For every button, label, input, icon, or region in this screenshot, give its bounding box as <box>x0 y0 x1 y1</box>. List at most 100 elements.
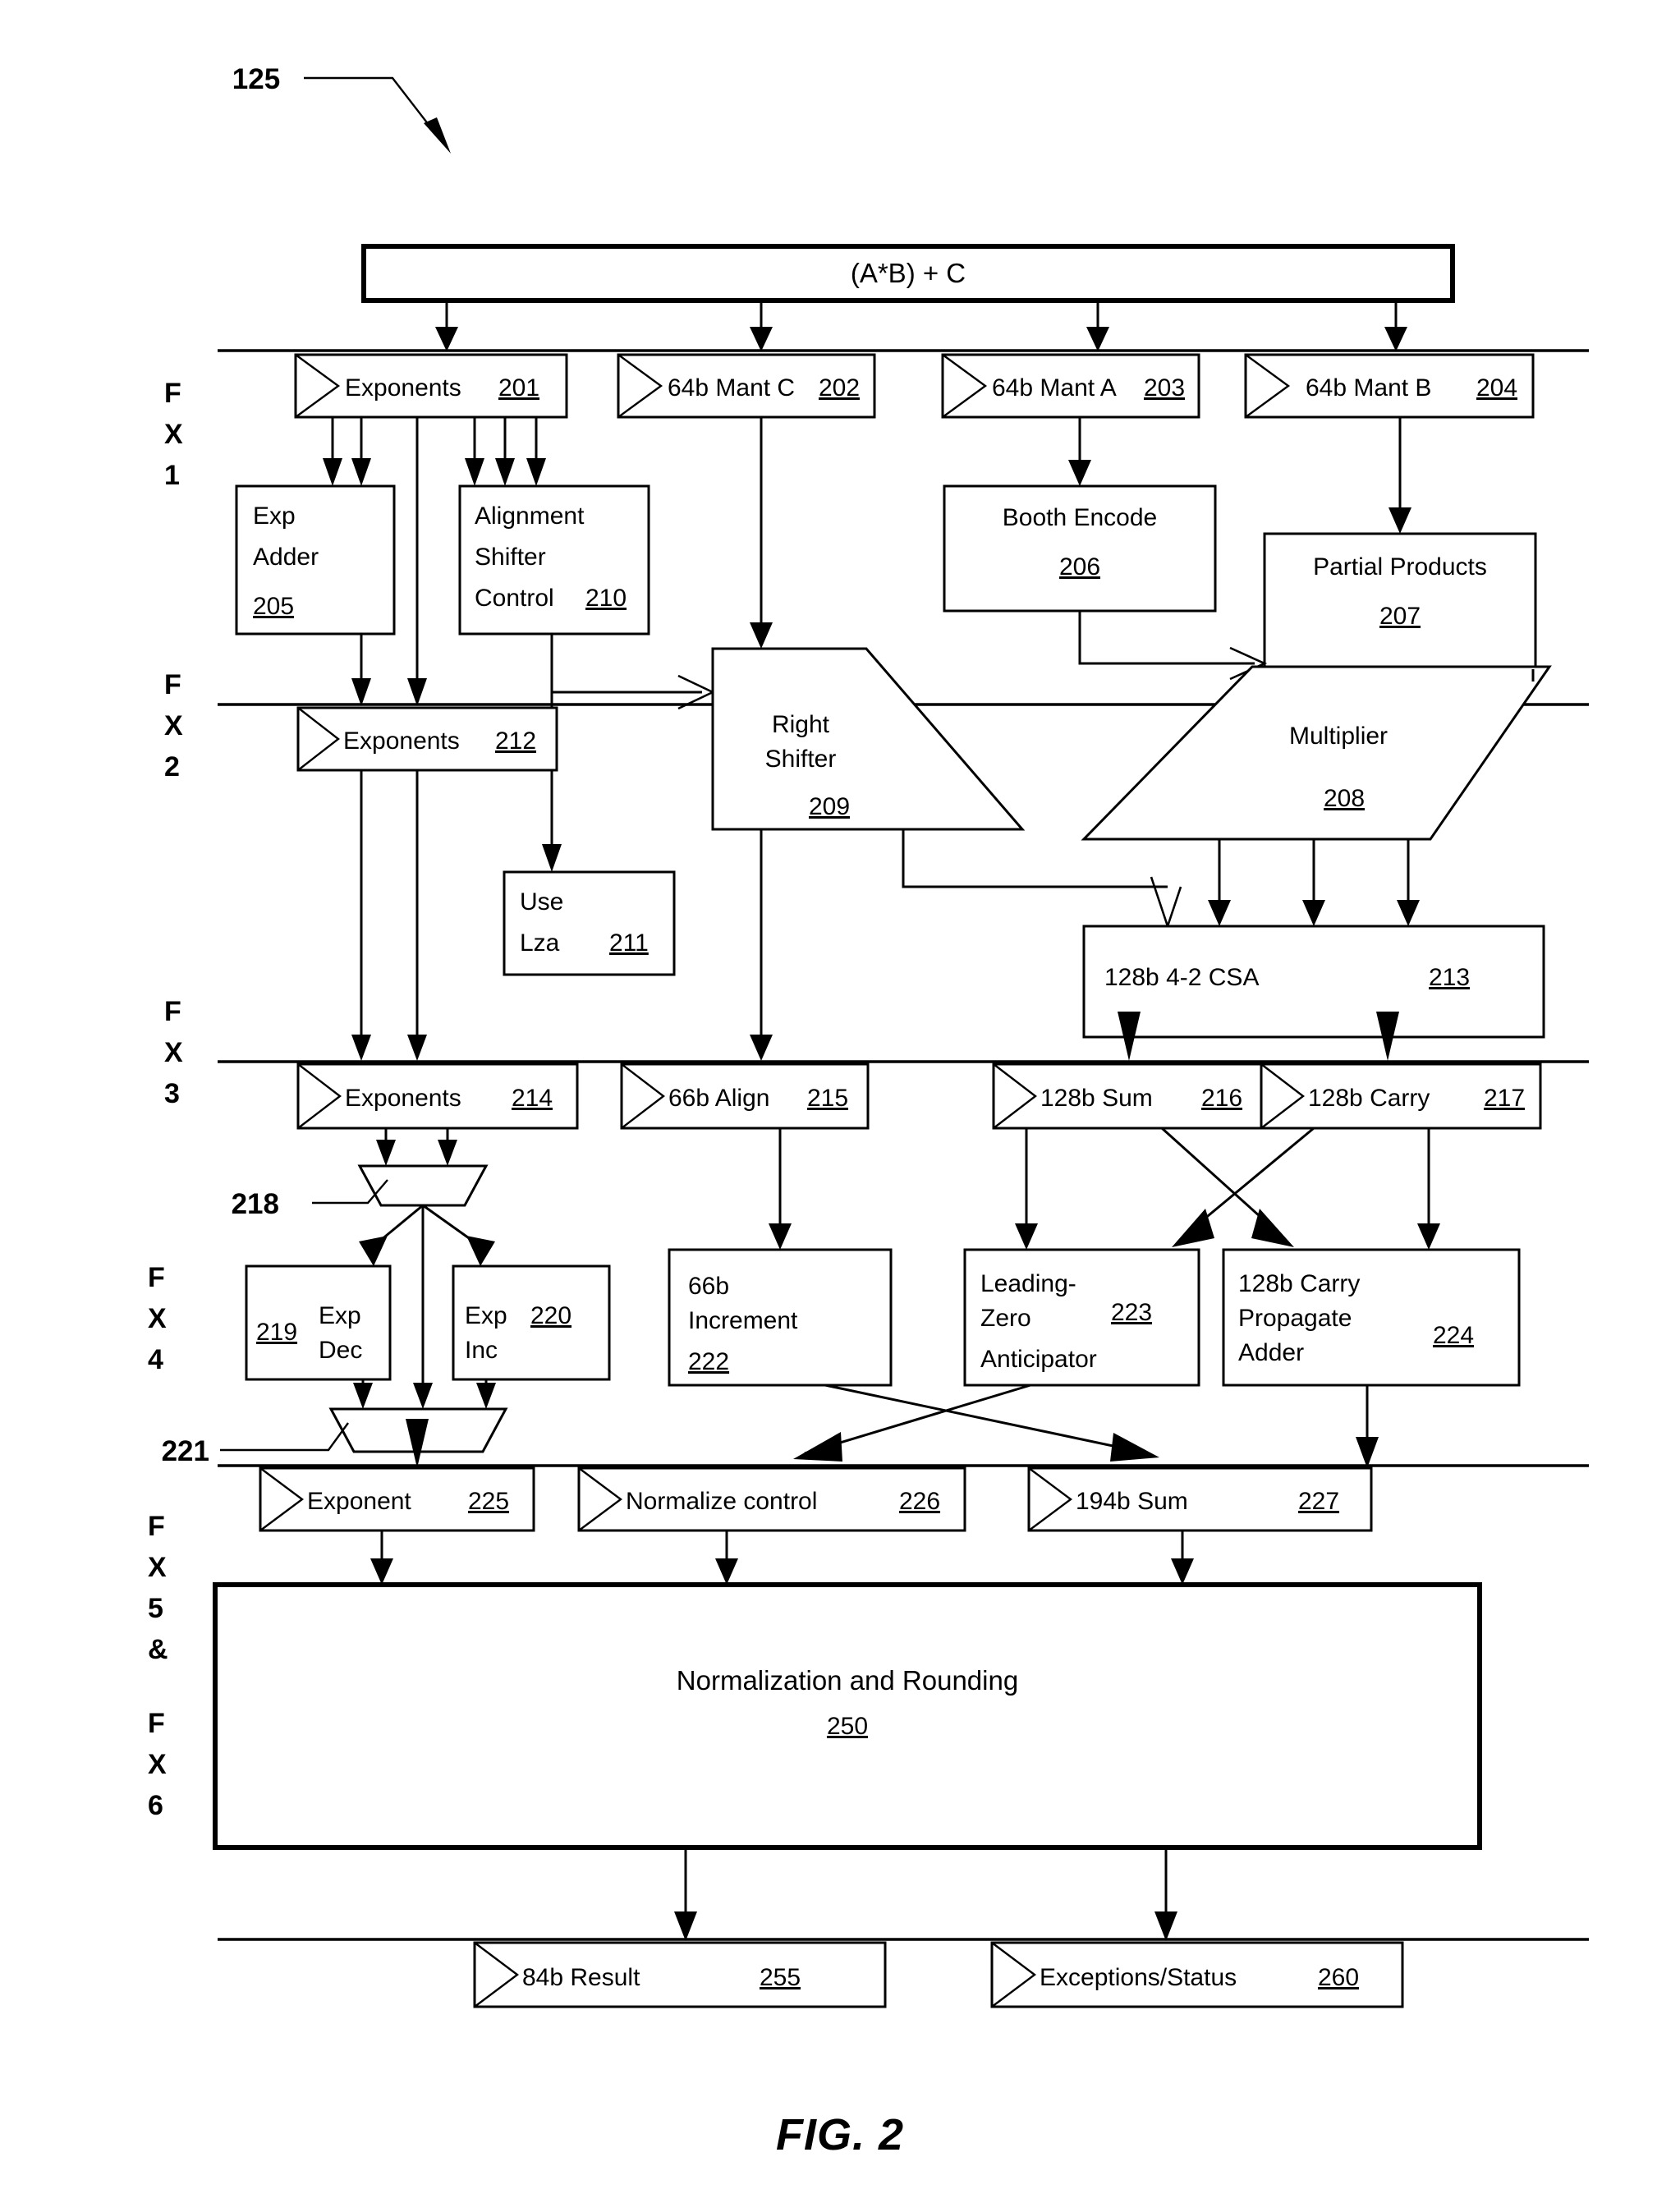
block-223-line-0: Leading- <box>980 1270 1076 1297</box>
block-66b-increment-222: 66b Increment 222 <box>668 1248 893 1387</box>
latch-exceptions-status-260[interactable]: Exceptions/Status 260 <box>990 1941 1404 2008</box>
latch-66b-align-215[interactable]: 66b Align 215 <box>620 1062 870 1130</box>
block-208-shape <box>1081 665 1552 841</box>
arrow-217-to-224 <box>1417 1128 1440 1250</box>
latch-84b-result-255[interactable]: 84b Result 255 <box>473 1941 887 2008</box>
stage-label-fx56-line-6: 6 <box>148 1790 163 1821</box>
latch-201-ref: 201 <box>498 374 539 402</box>
block-leading-zero-anticipator-223: Leading- Zero Anticipator 223 <box>963 1248 1200 1387</box>
block-206-line-0: Booth Encode <box>1003 504 1157 531</box>
arrows-250-to-outputs <box>674 1847 1177 1941</box>
latch-normalize-control-226[interactable]: Normalize control 226 <box>577 1466 966 1532</box>
latch-203-ref: 203 <box>1144 374 1185 402</box>
block-exp-dec-219: 219 Exp Dec <box>245 1264 392 1381</box>
mux-218-ref: 218 <box>232 1188 279 1220</box>
stage-label-fx3-line-2: 3 <box>164 1078 180 1109</box>
block-205-line-0: Exp <box>253 503 296 530</box>
block-exp-inc-220: Exp Inc 220 <box>452 1264 611 1381</box>
arrow-216-to-224-cross <box>1160 1127 1294 1247</box>
latch-215-label: 66b Align <box>668 1085 769 1112</box>
block-205-ref: 205 <box>253 593 294 620</box>
latch-64b-mant-a-203[interactable]: 64b Mant A 203 <box>941 353 1200 419</box>
input-block-ab-plus-c: (A*B) + C <box>361 244 1455 303</box>
block-224-ref: 224 <box>1433 1322 1474 1349</box>
stage-label-fx2: F X 2 <box>164 669 183 782</box>
stage-label-fx4: F X 4 <box>148 1262 167 1375</box>
latch-64b-mant-b-204[interactable]: 64b Mant B 204 <box>1244 353 1535 419</box>
latch-225-ref: 225 <box>468 1488 509 1515</box>
latch-201-label: Exponents <box>345 374 461 402</box>
arrows-208-to-213 <box>1208 839 1420 926</box>
arrow-203-to-206 <box>1068 417 1091 486</box>
callout-125-arrowhead <box>424 117 451 154</box>
block-partial-products-207: Partial Products 207 <box>1263 532 1537 683</box>
block-220-line-0: Exp <box>465 1302 507 1329</box>
latch-exponent-225[interactable]: Exponent 225 <box>259 1466 535 1532</box>
block-210-ref: 210 <box>585 585 627 612</box>
block-222-ref: 222 <box>688 1348 729 1375</box>
block-224-line-2: Adder <box>1238 1339 1304 1366</box>
arrow-216-to-223 <box>1015 1128 1038 1250</box>
block-250-label: Normalization and Rounding <box>677 1665 1018 1696</box>
block-210-line-0: Alignment <box>475 503 585 530</box>
latch-225-label: Exponent <box>307 1488 411 1515</box>
arrow-210-to-209 <box>550 634 716 710</box>
block-right-shifter-209: Right Shifter 209 <box>711 647 1026 831</box>
latch-212-label: Exponents <box>343 727 460 755</box>
latch-194b-sum-227[interactable]: 194b Sum 227 <box>1027 1466 1373 1532</box>
mux-221-ref: 221 <box>162 1435 209 1467</box>
arrows-214-to-218 <box>376 1128 457 1166</box>
latch-128b-carry-217[interactable]: 128b Carry 217 <box>1260 1062 1542 1130</box>
mux-221-leader <box>220 1422 349 1452</box>
latch-204-label: 64b Mant B <box>1306 374 1431 402</box>
block-222-line-1: Increment <box>688 1307 798 1334</box>
stage-label-fx4-line-2: 4 <box>148 1344 163 1375</box>
stage-label-fx3: F X 3 <box>164 996 183 1109</box>
arrow-205-to-212 <box>351 634 371 706</box>
stage-label-fx2-line-2: 2 <box>164 751 180 782</box>
latch-216-label: 128b Sum <box>1040 1085 1153 1112</box>
latch-202-ref: 202 <box>819 374 860 402</box>
block-211-rect <box>503 870 676 976</box>
stage-label-fx1-line-2: 1 <box>164 460 180 491</box>
block-multiplier-208: Multiplier 208 <box>1081 665 1552 841</box>
block-219-line-0: Exp <box>319 1302 361 1329</box>
latch-exponents-214[interactable]: Exponents 214 <box>296 1062 579 1130</box>
block-213-ref: 213 <box>1429 964 1470 991</box>
latch-64b-mant-c-202[interactable]: 64b Mant C 202 <box>617 353 876 419</box>
latch-exponents-201[interactable]: Exponents 201 <box>294 353 568 419</box>
arrow-209-to-213 <box>902 829 1182 930</box>
block-207-ref: 207 <box>1379 603 1421 630</box>
arrow-224-to-227 <box>1356 1385 1379 1468</box>
arrow-206-to-207 <box>1078 611 1268 681</box>
block-exp-adder-205: Exp Adder 205 <box>235 484 396 636</box>
block-211-line-0: Use <box>520 888 563 916</box>
latch-128b-sum-216[interactable]: 128b Sum 216 <box>992 1062 1263 1130</box>
block-219-ref: 219 <box>256 1319 297 1346</box>
block-alignment-shifter-control-210: Alignment Shifter Control 210 <box>458 484 650 636</box>
mux-218-shape <box>357 1164 489 1207</box>
block-207-line-0: Partial Products <box>1313 553 1487 581</box>
latch-214-ref: 214 <box>512 1085 553 1112</box>
block-209-shape <box>711 647 1026 831</box>
callout-125: 125 <box>232 63 451 154</box>
stage-label-fx56-line-5: X <box>148 1749 167 1780</box>
block-booth-encode-206: Booth Encode 206 <box>943 484 1217 613</box>
stage-label-fx56-line-0: F <box>148 1511 165 1542</box>
arrow-209-to-215 <box>750 829 773 1061</box>
latch-203-label: 64b Mant A <box>992 374 1117 402</box>
latch-exponents-212[interactable]: Exponents 212 <box>296 706 558 772</box>
latch-260-ref: 260 <box>1318 1964 1359 1991</box>
figure-caption: FIG. 2 <box>776 2110 904 2159</box>
arrow-202-to-209 <box>750 417 773 649</box>
callout-125-leader <box>304 76 441 140</box>
block-220-ref: 220 <box>530 1302 571 1329</box>
latch-216-ref: 216 <box>1201 1085 1242 1112</box>
block-219-line-1: Dec <box>319 1337 362 1364</box>
stage-label-fx2-line-0: F <box>164 669 181 700</box>
latch-227-label: 194b Sum <box>1076 1488 1188 1515</box>
block-208-line-0: Multiplier <box>1289 723 1388 750</box>
stage-label-fx56-line-4: F <box>148 1708 165 1739</box>
block-210-line-2: Control <box>475 585 554 612</box>
block-250-ref: 250 <box>827 1713 868 1740</box>
